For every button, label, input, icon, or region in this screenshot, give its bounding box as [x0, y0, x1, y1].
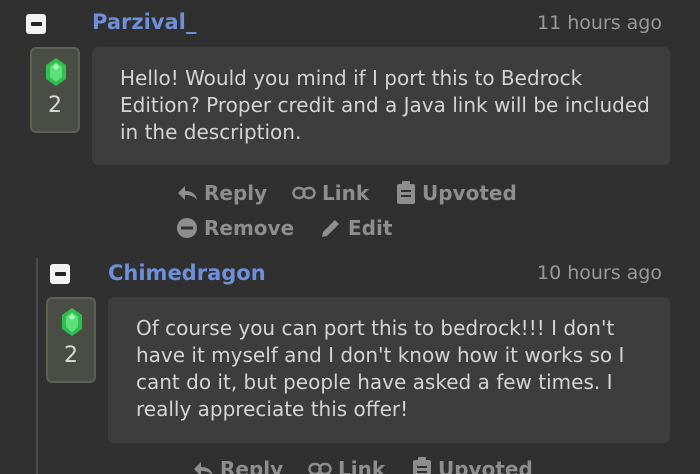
comment-text: Of course you can port this to bedrock!!… [136, 316, 625, 421]
vote-count: 2 [48, 93, 62, 118]
emerald-icon[interactable] [61, 308, 83, 336]
clipboard-icon [413, 457, 431, 474]
collapse-icon[interactable] [50, 264, 70, 284]
comment-body: Of course you can port this to bedrock!!… [108, 297, 670, 443]
edit-button[interactable]: Edit [320, 216, 392, 240]
pencil-icon [322, 220, 339, 237]
thread-line [36, 258, 38, 474]
link-label: Link [322, 181, 370, 205]
comment-body: Hello! Would you mind if I port this to … [92, 47, 670, 165]
link-button[interactable]: Link [292, 181, 369, 205]
upvote-label: Upvoted [422, 181, 517, 205]
reply-button[interactable]: Reply [176, 181, 267, 205]
collapse-icon[interactable] [26, 14, 46, 34]
comment-timestamp: 11 hours ago [536, 12, 662, 34]
upvote-button[interactable]: Upvoted [412, 457, 533, 474]
chain-link-icon [308, 462, 332, 474]
reply-arrow-icon [178, 186, 197, 200]
comment-username[interactable]: Chimedragon [108, 261, 266, 285]
upvote-button[interactable]: Upvoted [396, 181, 517, 205]
vote-box[interactable]: 2 [46, 297, 96, 383]
vote-box[interactable]: 2 [30, 47, 80, 133]
remove-label: Remove [204, 216, 295, 240]
upvote-label: Upvoted [438, 457, 533, 474]
comment-thread: Parzival_ 11 hours ago 2 Hello! Would yo… [0, 0, 700, 474]
chain-link-icon [292, 186, 316, 200]
comment-username[interactable]: Parzival_ [92, 10, 196, 34]
minus-circle-icon [177, 218, 197, 238]
reply-button[interactable]: Reply [192, 457, 283, 474]
clipboard-icon [397, 181, 415, 204]
comment-text: Hello! Would you mind if I port this to … [120, 66, 650, 144]
link-label: Link [338, 457, 386, 474]
remove-button[interactable]: Remove [176, 216, 294, 240]
vote-count: 2 [64, 343, 78, 368]
edit-label: Edit [348, 216, 393, 240]
link-button[interactable]: Link [308, 457, 385, 474]
comment-timestamp: 10 hours ago [536, 262, 662, 284]
reply-label: Reply [220, 457, 284, 474]
reply-arrow-icon [194, 462, 213, 474]
emerald-icon[interactable] [45, 58, 67, 86]
reply-label: Reply [204, 181, 268, 205]
